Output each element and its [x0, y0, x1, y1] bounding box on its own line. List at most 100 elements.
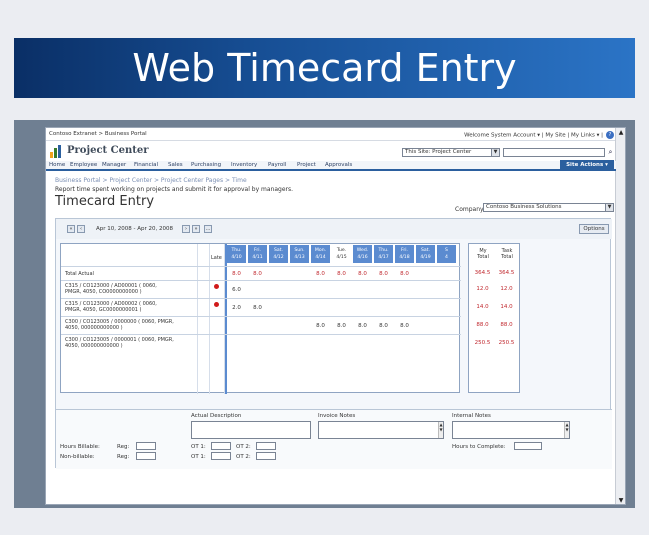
slide: Web Timecard Entry Contoso Extranet > Bu… [0, 0, 649, 535]
my-total-header: My Total [471, 248, 495, 260]
day-date: 4/13 [294, 255, 305, 260]
billable-ot2-field[interactable] [256, 442, 276, 450]
scroll-up-arrow-icon[interactable]: ▲ [617, 129, 625, 137]
day-date: 4/18 [399, 255, 410, 260]
nav-item-approvals[interactable]: Approvals [325, 162, 352, 168]
hours-to-complete-field[interactable] [514, 442, 542, 450]
day-header[interactable]: Fri. 4/18 [395, 245, 414, 263]
hour-cell[interactable]: 8.0 [374, 323, 393, 329]
nav-item-inventory[interactable]: Inventory [231, 162, 257, 168]
next-period-button[interactable]: › [182, 225, 190, 233]
task-total-cell: 250.5 [498, 340, 515, 346]
late-indicator-icon [214, 302, 219, 307]
date-range: Apr 10, 2008 - Apr 20, 2008 [96, 226, 173, 232]
prev-period-button[interactable]: ‹ [77, 225, 85, 233]
day-date: 4/10 [231, 255, 242, 260]
my-total-cell: 88.0 [476, 322, 489, 328]
invoice-notes-scroll-icon[interactable]: ▲ ▼ [438, 422, 443, 438]
table-row: C315 / CO123000 / AD00001 ( 0060, PMGR, 4… [61, 280, 461, 298]
nonbillable-reg-label: Reg: [117, 454, 130, 460]
last-period-button[interactable]: » [192, 225, 200, 233]
internal-notes-field[interactable]: ▲ ▼ [452, 421, 570, 439]
search-input[interactable] [503, 148, 605, 157]
nav-item-employee[interactable]: Employee [70, 162, 97, 168]
day-header[interactable]: Fri. 4/11 [248, 245, 267, 263]
nonbillable-reg-field[interactable] [136, 452, 156, 460]
nonbillable-ot2-field[interactable] [256, 452, 276, 460]
day-header[interactable]: S4 [437, 245, 456, 263]
nav-item-sales[interactable]: Sales [168, 162, 183, 168]
task-total-header: Task Total [495, 248, 519, 260]
chevron-down-icon[interactable]: ▼ [605, 204, 613, 211]
notes-section: Actual Description Invoice Notes ▲ ▼ Inte… [56, 409, 612, 469]
timecard-panel: « ‹ Apr 10, 2008 - Apr 20, 2008 › » ... … [55, 218, 612, 469]
invoice-notes-field[interactable]: ▲ ▼ [318, 421, 444, 439]
top-nav: Home Employee Manager Financial Sales Pu… [46, 160, 616, 171]
timecard-grid: Late Hrs Thu. 4/10 Fri. 4/11 Sat. 4/12 Sun. 4/1… [60, 243, 461, 394]
day-date: 4/14 [315, 255, 326, 260]
billable-reg-field[interactable] [136, 442, 156, 450]
hour-cell[interactable]: 2.0 [227, 305, 246, 311]
site-actions-button[interactable]: Site Actions ▾ [560, 160, 614, 171]
hour-cell[interactable]: 8.0 [353, 323, 372, 329]
task-label-line: PMGR, 4050, GC0000000001 ) [65, 307, 142, 313]
total-actual-cell: 8.0 [253, 271, 262, 277]
slide-title: Web Timecard Entry [132, 46, 517, 90]
internal-notes-scroll-icon[interactable]: ▲ ▼ [564, 422, 569, 438]
page-title: Timecard Entry [55, 194, 155, 209]
day-name: Thu. [378, 248, 389, 253]
task-label[interactable]: C315 / CO123000 / AD00001 ( 0060, PMGR, 4… [65, 283, 195, 295]
search-icon[interactable]: ⌕ [606, 147, 615, 157]
hour-cell[interactable]: 6.0 [227, 287, 246, 293]
day-header[interactable]: Mon. 4/14 [311, 245, 330, 263]
scroll-down-arrow-icon[interactable]: ▼ [617, 497, 625, 504]
nonbillable-ot1-field[interactable] [211, 452, 231, 460]
day-header[interactable]: Wed. 4/16 [353, 245, 372, 263]
day-header[interactable]: Tue. 4/15 [332, 245, 351, 263]
global-breadcrumb[interactable]: Contoso Extranet > Business Portal [49, 131, 147, 137]
help-icon[interactable]: ? [606, 131, 614, 139]
task-label[interactable]: C315 / CO123000 / AD00002 ( 0060, PMGR, 4… [65, 301, 195, 313]
late-indicator-icon [214, 284, 219, 289]
options-button[interactable]: Options [579, 224, 609, 234]
hour-cell[interactable]: 8.0 [332, 323, 351, 329]
day-name: Mon. [314, 248, 327, 253]
welcome-menu[interactable]: Welcome System Account ▾ | My Site | My … [464, 131, 614, 139]
day-header[interactable]: Sun. 4/13 [290, 245, 309, 263]
nav-item-home[interactable]: Home [49, 162, 65, 168]
hour-cell[interactable]: 8.0 [395, 323, 414, 329]
hour-cell[interactable]: 8.0 [248, 305, 267, 311]
nav-item-purchasing[interactable]: Purchasing [191, 162, 221, 168]
vertical-scrollbar[interactable]: ▲ ▼ [615, 128, 625, 504]
day-header[interactable]: Thu. 4/10 [227, 245, 246, 263]
chevron-down-icon[interactable]: ▼ [491, 149, 499, 156]
task-label[interactable]: C300 / CO123005 / 0000000 ( 0060, PMGR, 4… [65, 319, 195, 331]
day-header[interactable]: Sat. 4/12 [269, 245, 288, 263]
company-label: Company: [455, 206, 486, 213]
search-scope-select[interactable]: This Site: Project Center ▼ [402, 148, 500, 157]
actual-description-field[interactable] [191, 421, 311, 439]
hour-cell[interactable]: 8.0 [311, 323, 330, 329]
page-description: Report time spent working on projects an… [55, 186, 294, 193]
nav-item-manager[interactable]: Manager [102, 162, 126, 168]
nav-item-financial[interactable]: Financial [134, 162, 158, 168]
more-periods-button[interactable]: ... [204, 225, 212, 233]
total-actual-cell: 8.0 [400, 271, 409, 277]
billable-ot1-field[interactable] [211, 442, 231, 450]
day-name: Fri. [254, 248, 261, 253]
welcome-text[interactable]: Welcome System Account ▾ | My Site | My … [464, 133, 603, 139]
company-select[interactable]: Contoso Business Solutions ▼ [483, 203, 614, 212]
day-name: Tue. [336, 248, 347, 253]
day-header[interactable]: Thu. 4/17 [374, 245, 393, 263]
nav-item-payroll[interactable]: Payroll [268, 162, 286, 168]
nav-item-project[interactable]: Project [297, 162, 316, 168]
task-label[interactable]: C300 / CO123005 / 0000001 ( 0060, PMGR, 4… [65, 337, 195, 349]
my-total-cell: 12.0 [476, 286, 489, 292]
site-title[interactable]: Project Center [67, 145, 148, 156]
total-actual-cell: 8.0 [337, 271, 346, 277]
day-date: 4/16 [357, 255, 368, 260]
page-breadcrumb[interactable]: Business Portal > Project Center > Proje… [55, 177, 247, 184]
day-header[interactable]: Sat. 4/19 [416, 245, 435, 263]
day-date: 4 [445, 255, 448, 260]
first-period-button[interactable]: « [67, 225, 75, 233]
